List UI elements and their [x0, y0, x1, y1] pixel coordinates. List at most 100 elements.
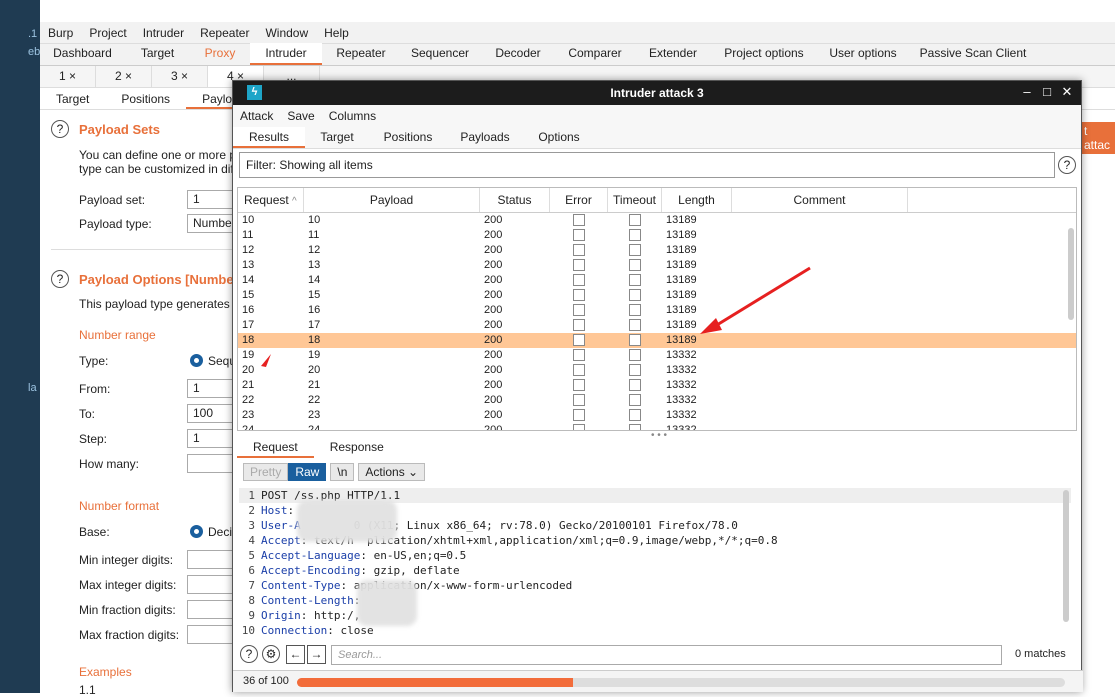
request-editor[interactable]: 1 POST /ss.php HTTP/1.1 2 Host:3 User-A 0 (X…: [239, 488, 1071, 641]
menu-project[interactable]: Project: [81, 26, 134, 40]
menu-window[interactable]: Window: [257, 26, 316, 40]
tab-target[interactable]: Target: [305, 127, 369, 148]
decimal-radio[interactable]: [190, 525, 203, 538]
menu-save[interactable]: Save: [280, 109, 321, 123]
close-icon[interactable]: ✕: [1059, 84, 1075, 100]
arrow-left-icon[interactable]: ←: [286, 645, 305, 664]
cell-comment: [732, 258, 908, 273]
menu-attack[interactable]: Attack: [233, 109, 280, 123]
checkbox-icon: [629, 409, 641, 421]
cell-length: 13189: [666, 274, 697, 286]
editor-scrollbar[interactable]: [1063, 490, 1069, 622]
menu-columns[interactable]: Columns: [322, 109, 383, 123]
redaction-blur: [297, 500, 397, 542]
cell-payload: 10: [308, 214, 321, 226]
table-row[interactable]: 16 16 200 13189: [238, 303, 1076, 318]
window-titlebar[interactable]: ϟ Intruder attack 3 – □ ✕: [233, 81, 1081, 105]
pretty-button[interactable]: Pretty: [243, 463, 289, 481]
start-attack-button[interactable]: t attac: [1080, 122, 1115, 154]
checkbox-icon: [629, 334, 641, 346]
help-icon[interactable]: ?: [240, 645, 258, 663]
col-request[interactable]: Request ^: [238, 188, 304, 212]
tab-extender[interactable]: Extender: [634, 43, 712, 65]
tab-results[interactable]: Results: [233, 127, 305, 148]
tab-payloads[interactable]: Payloads: [447, 127, 523, 148]
table-row[interactable]: 10 10 200 13189: [238, 213, 1076, 228]
actions-dropdown[interactable]: Actions ⌄: [358, 463, 426, 481]
line-number: 6: [248, 564, 255, 577]
tab-dashboard[interactable]: Dashboard: [40, 43, 125, 65]
help-icon[interactable]: ?: [51, 270, 69, 288]
tab-passive-scan-client[interactable]: Passive Scan Client: [910, 43, 1036, 65]
table-row[interactable]: 12 12 200 13189: [238, 243, 1076, 258]
cell-status: 200: [484, 244, 503, 256]
attack-tab-1[interactable]: 1 ×: [40, 66, 96, 87]
help-icon[interactable]: ?: [51, 120, 69, 138]
filter-bar[interactable]: Filter: Showing all items: [239, 152, 1055, 178]
tab-repeater[interactable]: Repeater: [322, 43, 400, 65]
line-number: 3: [248, 519, 255, 532]
col-length[interactable]: Length: [662, 188, 732, 212]
newline-toggle[interactable]: \n: [330, 463, 355, 481]
intruder-tab-positions[interactable]: Positions: [105, 88, 186, 109]
tab-proxy[interactable]: Proxy: [190, 43, 250, 65]
table-row[interactable]: 23 23 200 13332: [238, 408, 1076, 423]
cell-request: 11: [242, 229, 254, 241]
table-row[interactable]: 22 22 200 13332: [238, 393, 1076, 408]
maximize-icon[interactable]: □: [1039, 84, 1055, 99]
tab-sequencer[interactable]: Sequencer: [400, 43, 480, 65]
tab-request[interactable]: Request: [237, 436, 314, 458]
from-label: From:: [79, 382, 111, 396]
tab-comparer[interactable]: Comparer: [556, 43, 634, 65]
search-input[interactable]: Search...: [331, 645, 1002, 665]
tab-project-options[interactable]: Project options: [712, 43, 816, 65]
cell-timeout: [608, 258, 662, 273]
menu-burp[interactable]: Burp: [40, 26, 81, 40]
table-row[interactable]: 21 21 200 13332: [238, 378, 1076, 393]
table-row[interactable]: 11 11 200 13189: [238, 228, 1076, 243]
menu-help[interactable]: Help: [316, 26, 357, 40]
table-row[interactable]: 13 13 200 13189: [238, 258, 1076, 273]
col-timeout[interactable]: Timeout: [608, 188, 662, 212]
checkbox-icon: [573, 289, 585, 301]
tab-user-options[interactable]: User options: [816, 43, 910, 65]
cell-length: 13189: [666, 319, 697, 331]
line-number: 7: [248, 579, 255, 592]
attack-tab-3[interactable]: 3 ×: [152, 66, 208, 87]
menu-repeater[interactable]: Repeater: [192, 26, 257, 40]
cell-timeout: [608, 213, 662, 228]
split-handle[interactable]: • • •: [651, 430, 667, 441]
desktop-glyph: eb: [28, 46, 41, 58]
table-row[interactable]: 19 19 200 13332: [238, 348, 1076, 363]
tab-target[interactable]: Target: [125, 43, 190, 65]
checkbox-icon: [573, 379, 585, 391]
arrow-right-icon[interactable]: →: [307, 645, 326, 664]
tab-response[interactable]: Response: [314, 436, 400, 458]
table-row[interactable]: 15 15 200 13189: [238, 288, 1076, 303]
col-status[interactable]: Status: [480, 188, 550, 212]
attack-tab-2[interactable]: 2 ×: [96, 66, 152, 87]
results-table-header: Request ^ Payload Status Error Timeout L…: [238, 188, 1076, 213]
sequential-radio[interactable]: [190, 354, 203, 367]
tab-decoder[interactable]: Decoder: [480, 43, 556, 65]
table-row[interactable]: 20 20 200 13332: [238, 363, 1076, 378]
raw-button[interactable]: Raw: [288, 463, 327, 481]
checkbox-icon: [629, 349, 641, 361]
col-comment[interactable]: Comment: [732, 188, 908, 212]
table-row[interactable]: 14 14 200 13189: [238, 273, 1076, 288]
tab-intruder[interactable]: Intruder: [250, 43, 322, 65]
cell-length: 13189: [666, 244, 697, 256]
col-error[interactable]: Error: [550, 188, 608, 212]
line-number: 8: [248, 594, 255, 607]
table-scrollbar[interactable]: [1068, 228, 1074, 320]
help-icon[interactable]: ?: [1058, 156, 1076, 174]
menu-intruder[interactable]: Intruder: [135, 26, 192, 40]
settings-gear-icon[interactable]: ⚙: [262, 645, 280, 663]
tab-positions[interactable]: Positions: [369, 127, 447, 148]
intruder-tab-target[interactable]: Target: [40, 88, 105, 109]
tab-options[interactable]: Options: [523, 127, 595, 148]
minimize-icon[interactable]: –: [1019, 84, 1035, 99]
table-row[interactable]: 17 17 200 13189: [238, 318, 1076, 333]
col-payload[interactable]: Payload: [304, 188, 480, 212]
table-row[interactable]: 18 18 200 13189: [238, 333, 1076, 348]
